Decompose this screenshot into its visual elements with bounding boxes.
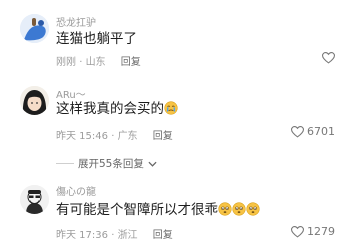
comment-text-body: 有可能是个智障所以才很乖: [56, 202, 218, 218]
timestamp: 昨天 17:36: [56, 230, 108, 241]
comment-meta: 昨天 17:36 · 浙江 回复: [56, 226, 173, 241]
expand-replies-button[interactable]: 展开55条回复: [56, 156, 157, 171]
timestamp: 昨天 15:46: [56, 131, 108, 142]
like-count: 1279: [307, 225, 335, 238]
comment-2: ARu～ 这样我真的会买的 昨天 15:46 · 广东 回复 6701: [0, 80, 359, 150]
worried-face-emoji: [218, 202, 232, 221]
avatar[interactable]: [20, 86, 49, 115]
avatar[interactable]: [20, 14, 49, 43]
reply-button[interactable]: 回复: [153, 131, 173, 142]
heart-icon: [291, 225, 304, 238]
expand-replies-label: 展开55条回复: [78, 158, 144, 170]
separator: ·: [79, 57, 83, 68]
comment-text: 连猫也躺平了: [56, 31, 137, 47]
location: 广东: [117, 131, 138, 142]
username[interactable]: 恐龙扛驴: [56, 14, 96, 29]
like-button[interactable]: 1279: [291, 225, 335, 238]
comment-meta: 昨天 15:46 · 广东 回复: [56, 127, 173, 142]
username[interactable]: 傷心の龍: [56, 183, 96, 198]
worried-face-emoji: [232, 202, 246, 221]
comment-meta: 刚刚 · 山东 回复: [56, 53, 141, 68]
location: 浙江: [117, 230, 138, 241]
like-count: 6701: [307, 125, 335, 138]
like-button[interactable]: 6701: [291, 125, 335, 138]
comment-text-body: 这样我真的会买的: [56, 101, 164, 117]
avatar[interactable]: [20, 185, 49, 214]
comment-text: 有可能是个智障所以才很乖: [56, 202, 260, 221]
divider: [56, 163, 74, 164]
heart-icon: [322, 52, 335, 64]
heart-icon: [291, 125, 304, 138]
separator: ·: [111, 230, 115, 241]
location: 山东: [85, 57, 106, 68]
comment-text: 这样我真的会买的: [56, 101, 178, 120]
username[interactable]: ARu～: [56, 86, 86, 101]
like-button[interactable]: [322, 52, 335, 64]
timestamp: 刚刚: [56, 57, 76, 68]
reply-button[interactable]: 回复: [153, 230, 173, 241]
crying-face-emoji: [164, 101, 178, 120]
reply-button[interactable]: 回复: [121, 57, 141, 68]
comment-1: 恐龙扛驴 连猫也躺平了 刚刚 · 山东 回复: [0, 0, 359, 70]
worried-face-emoji: [246, 202, 260, 221]
comment-3: 傷心の龍 有可能是个智障所以才很乖 昨天 17:36 · 浙江 回复 1279: [0, 178, 359, 242]
chevron-down-icon: [148, 161, 157, 167]
separator: ·: [111, 131, 115, 142]
